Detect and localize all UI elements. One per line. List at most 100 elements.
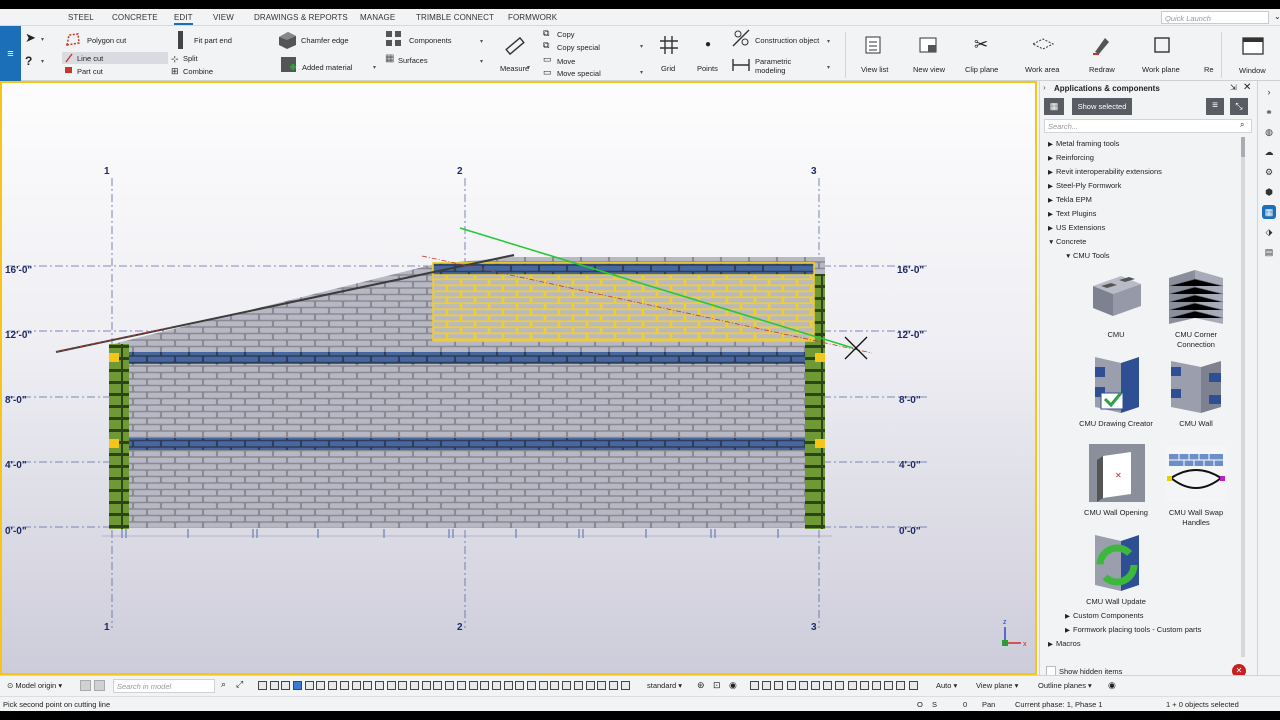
applications-icon[interactable]: ▦ (1262, 205, 1276, 219)
tree-item-text-plugins[interactable]: ▶ Text Plugins (1048, 209, 1096, 218)
cube-icon[interactable]: ⬢ (1262, 185, 1276, 199)
snap-icon[interactable]: ⊛ (697, 680, 705, 691)
tree-item-metal-framing[interactable]: ▶ Metal framing tools (1048, 139, 1119, 148)
tree-item-custom-components[interactable]: ▶ Custom Components (1065, 611, 1143, 620)
component-cmu[interactable]: CMU (1076, 264, 1156, 340)
gear-icon[interactable]: ⚙ (1262, 165, 1276, 179)
selection-switch-icon[interactable] (375, 681, 384, 690)
chevron-down-icon[interactable]: ⌄ (1274, 12, 1280, 21)
tree-item-macros[interactable]: ▶ Macros (1048, 639, 1081, 648)
selection-switch-icon[interactable] (504, 681, 513, 690)
part-cut-button[interactable]: Part cut (77, 67, 103, 76)
polygon-cut-button[interactable]: Polygon cut (87, 36, 126, 45)
selection-switch-icon[interactable] (574, 681, 583, 690)
model-scene[interactable]: 1 2 3 1 2 3 16'-0" 12'-0" 8'-0" 4'-0" 0'… (2, 83, 1035, 673)
move-button[interactable]: Move (557, 57, 575, 66)
model-viewport[interactable]: 1 2 3 1 2 3 16'-0" 12'-0" 8'-0" 4'-0" 0'… (0, 81, 1037, 675)
list-view-button[interactable]: ≡ (1206, 98, 1224, 115)
selection-switch-icon[interactable] (835, 681, 844, 690)
work-plane-button[interactable]: Work plane (1142, 65, 1180, 74)
tree-item-cmu-tools[interactable]: ▼ CMU Tools (1065, 251, 1110, 260)
visibility-icon[interactable]: ◉ (1108, 680, 1116, 691)
tab-steel[interactable]: STEEL (68, 13, 94, 22)
selection-switch-icon[interactable] (811, 681, 820, 690)
parametric-modeling-label-2[interactable]: modeling (755, 66, 785, 75)
search-icon[interactable]: ⌕ (221, 679, 226, 690)
surfaces-button[interactable]: Surfaces (398, 56, 428, 65)
measure-button[interactable]: Measure (500, 64, 529, 73)
selection-switch-icon[interactable] (445, 681, 454, 690)
selection-switch-icon[interactable] (387, 681, 396, 690)
selection-switch-icon[interactable] (527, 681, 536, 690)
selection-switch-icon[interactable] (328, 681, 337, 690)
selection-switch-icon[interactable] (457, 681, 466, 690)
search-icon[interactable]: ⌕ (1240, 120, 1244, 130)
globe-icon[interactable]: ◍ (1262, 125, 1276, 139)
selection-switch-icon[interactable] (270, 681, 279, 690)
selection-switch-icon[interactable] (860, 681, 869, 690)
selection-switch-icon[interactable] (316, 681, 325, 690)
chevron-right-icon[interactable]: › (1043, 83, 1046, 92)
help-query-icon[interactable]: ? (25, 54, 32, 68)
panel-scrollbar[interactable] (1241, 137, 1245, 657)
tree-item-us-extensions[interactable]: ▶ US Extensions (1048, 223, 1105, 232)
toggle-button[interactable] (80, 680, 91, 691)
window-button[interactable]: Window (1239, 66, 1266, 75)
chevron-right-icon[interactable]: › (1262, 85, 1276, 99)
tab-drawings-reports[interactable]: DRAWINGS & REPORTS (254, 13, 348, 22)
view-plane-dropdown[interactable]: View plane ▾ (973, 679, 1021, 693)
parametric-modeling-label-1[interactable]: Parametric (755, 57, 791, 66)
component-cmu-drawing-creator[interactable]: CMU Drawing Creator (1076, 353, 1156, 429)
selection-switch-icon[interactable] (774, 681, 783, 690)
cloud-icon[interactable]: ☁ (1262, 145, 1276, 159)
selection-switch-icon[interactable] (422, 681, 431, 690)
bond-beam-lower[interactable] (109, 438, 825, 450)
selection-switch-icon[interactable] (550, 681, 559, 690)
show-selected-button[interactable]: Show selected (1072, 98, 1132, 115)
component-cmu-wall[interactable]: CMU Wall (1156, 353, 1236, 429)
grid-button[interactable]: Grid (661, 64, 675, 73)
selection-switch-icon[interactable] (787, 681, 796, 690)
selection-switch-icon[interactable] (340, 681, 349, 690)
selection-switch-icon[interactable] (480, 681, 489, 690)
main-menu-button[interactable]: ≡ (0, 26, 21, 81)
split-button[interactable]: Split (183, 54, 198, 63)
document-icon[interactable]: ▤ (1262, 245, 1276, 259)
clip-plane-button[interactable]: Clip plane (965, 65, 998, 74)
selection-switch-icon[interactable] (621, 681, 630, 690)
zoom-fit-icon[interactable]: ⤢ (236, 679, 243, 690)
standard-dropdown[interactable]: standard ▾ (644, 679, 685, 693)
tab-manage[interactable]: MANAGE (360, 13, 395, 22)
toggle-button[interactable] (94, 680, 105, 691)
selection-switch-icon[interactable] (398, 681, 407, 690)
tab-formwork[interactable]: FORMWORK (508, 13, 557, 22)
panel-scrollbar-thumb[interactable] (1241, 137, 1245, 157)
panel-search-input[interactable]: Search... (1044, 119, 1252, 133)
collapse-button[interactable]: ⤡ (1230, 98, 1248, 115)
selection-switch-icon[interactable] (848, 681, 857, 690)
tree-item-steel-ply[interactable]: ▶ Steel-Ply Formwork (1048, 181, 1121, 190)
selection-switch-icon[interactable] (352, 681, 361, 690)
selection-switch-icon[interactable] (872, 681, 881, 690)
search-model-input[interactable]: Search in model (113, 679, 215, 693)
added-material-button[interactable]: Added material (302, 63, 352, 72)
tree-item-tekla-epm[interactable]: ▶ Tekla EPM (1048, 195, 1092, 204)
selection-switch-icon[interactable] (799, 681, 808, 690)
close-icon[interactable]: ✕ (1243, 82, 1251, 93)
selection-switch-icon[interactable] (293, 681, 302, 690)
tree-item-concrete[interactable]: ▼ Concrete (1048, 237, 1086, 246)
selection-switch-icon[interactable] (410, 681, 419, 690)
selection-switch-icon[interactable] (609, 681, 618, 690)
component-cmu-wall-opening[interactable]: ✕ CMU Wall Opening (1076, 442, 1156, 518)
selection-switch-icon[interactable] (492, 681, 501, 690)
tab-trimble-connect[interactable]: TRIMBLE CONNECT (416, 13, 494, 22)
tab-edit[interactable]: EDIT (174, 13, 193, 25)
selection-switch-icon[interactable] (896, 681, 905, 690)
tree-item-formwork-placing[interactable]: ▶ Formwork placing tools - Custom parts (1065, 625, 1201, 634)
component-cmu-wall-swap-handles[interactable]: CMU Wall Swap Handles (1156, 442, 1236, 527)
model-origin-dropdown[interactable]: ⊙ Model origin ▾ (4, 679, 65, 693)
tab-concrete[interactable]: CONCRETE (112, 13, 158, 22)
construction-object-button[interactable]: Construction object (755, 36, 819, 45)
dock-icon[interactable]: ⇲ (1230, 83, 1237, 92)
tab-view[interactable]: VIEW (213, 13, 234, 22)
